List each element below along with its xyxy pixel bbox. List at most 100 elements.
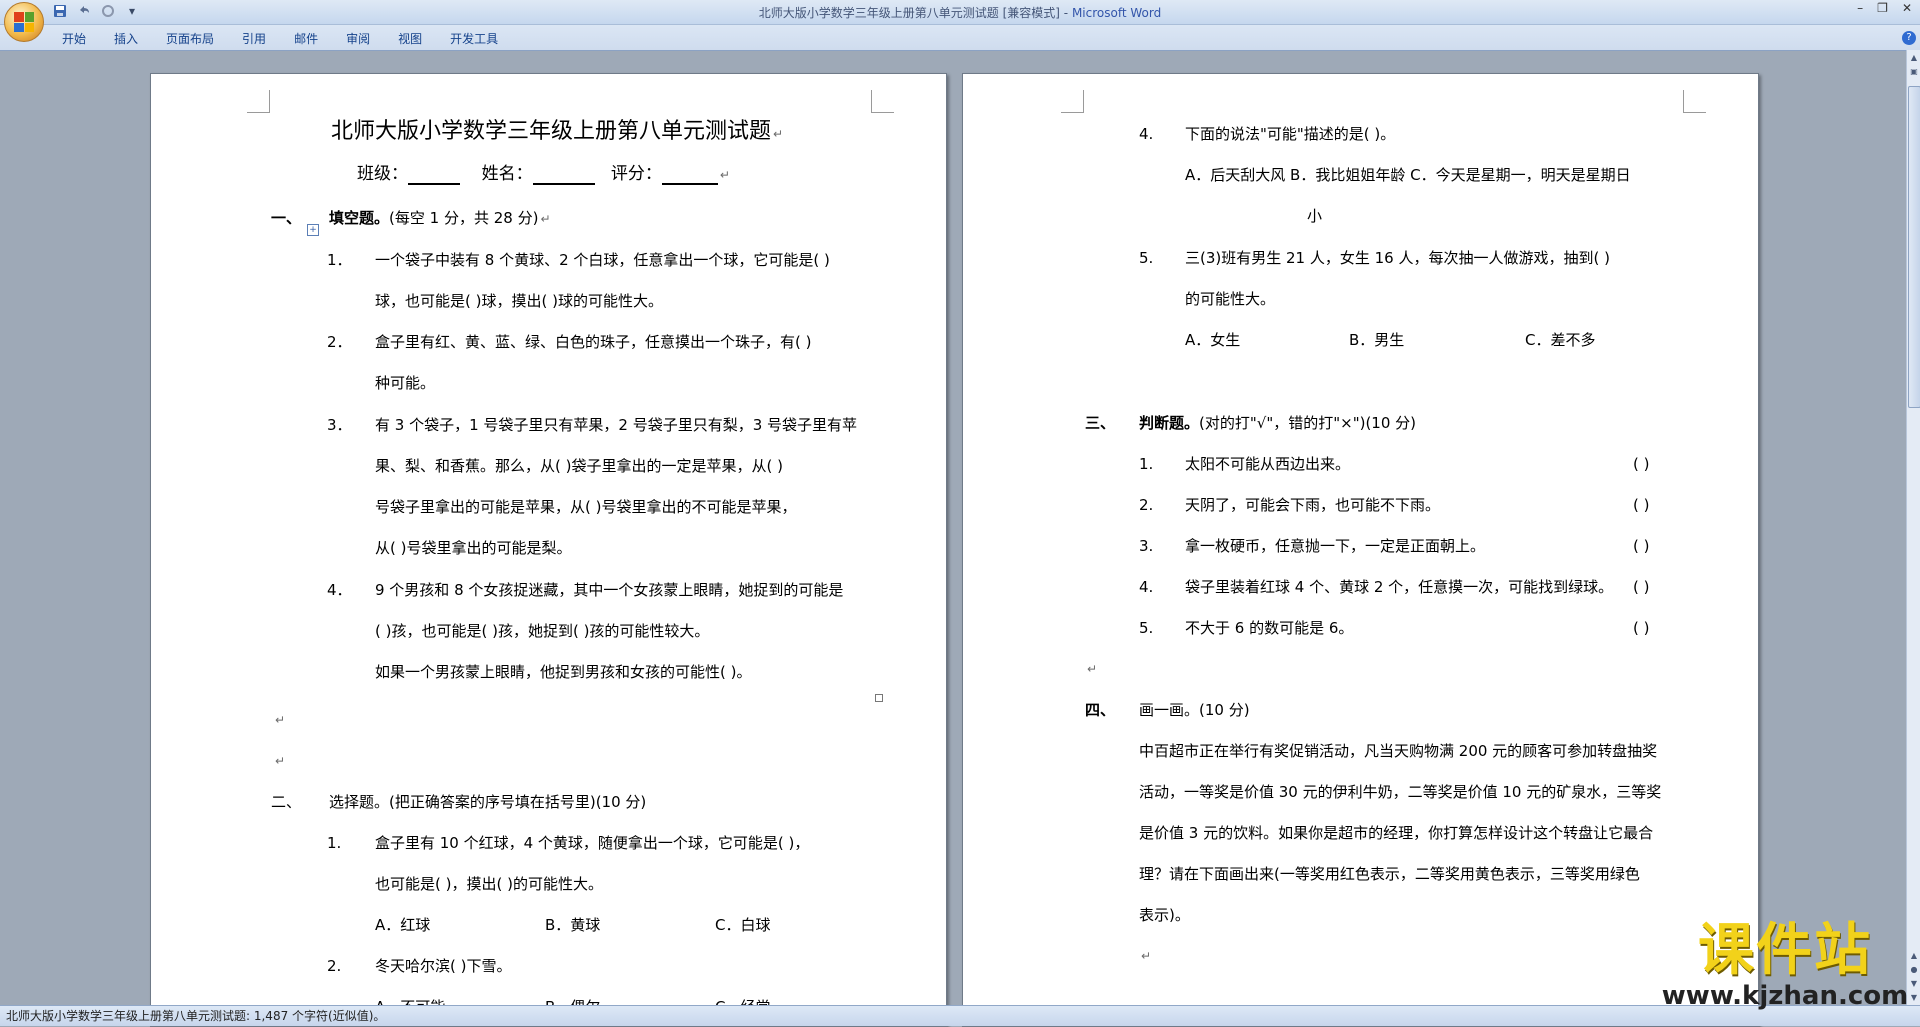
fill-q2-number: 2． xyxy=(327,333,352,351)
tab-review[interactable]: 审阅 xyxy=(332,30,384,47)
close-button[interactable]: ✕ xyxy=(1902,1,1912,15)
choice-q5-line-2: 的可能性大。 xyxy=(1185,290,1276,308)
judge-q3-answer-box[interactable]: ( ) xyxy=(1633,536,1649,556)
tab-references[interactable]: 引用 xyxy=(228,30,280,47)
ruler-toggle-icon[interactable]: ▣ xyxy=(1908,66,1920,78)
fill-q4-number: 4． xyxy=(327,581,352,599)
choice-q4-options: A．后天刮大风 B．我比姐姐年龄 C．今天是星期一，明天是星期日 xyxy=(1185,166,1631,184)
choice-q1-line-1: 盒子里有 10 个红球，4 个黄球，随便拿出一个球，它可能是( )， xyxy=(375,834,810,852)
choice-q2-line-1: 冬天哈尔滨( )下雪。 xyxy=(375,957,512,975)
student-info-line: 班级： 姓名： 评分： ↵ xyxy=(357,164,730,185)
choice-q5-option-b: B．男生 xyxy=(1349,331,1405,349)
margin-corner-mark xyxy=(247,90,270,113)
scroll-up-icon[interactable]: ▲ xyxy=(1908,52,1920,64)
judge-q2-answer-box[interactable]: ( ) xyxy=(1633,495,1649,515)
office-button[interactable] xyxy=(4,2,44,42)
site-watermark: 课件站 www.kjzhan.com xyxy=(1660,918,1910,1011)
watermark-url: www.kjzhan.com xyxy=(1661,981,1909,1011)
name-blank[interactable] xyxy=(532,167,595,185)
fill-q3-line-3: 号袋子里拿出的可能是苹果，从( )号袋里拿出的不可能是苹果， xyxy=(375,498,797,516)
document-page-2[interactable]: 4. 下面的说法"可能"描述的是( )。 A．后天刮大风 B．我比姐姐年龄 C．… xyxy=(962,73,1759,1027)
fill-q3-line-1: 有 3 个袋子，1 号袋子里只有苹果，2 号袋子里只有梨，3 号袋子里有苹 xyxy=(375,416,858,434)
judge-q4-answer-box[interactable]: ( ) xyxy=(1633,577,1649,597)
judge-q1-number: 1. xyxy=(1139,455,1154,473)
choice-q1-line-2: 也可能是( )，摸出( )的可能性大。 xyxy=(375,875,603,893)
margin-corner-mark xyxy=(871,90,894,113)
paragraph-mark: ↵ xyxy=(719,168,730,182)
restore-button[interactable]: ❐ xyxy=(1877,1,1888,15)
title-bar: ▾ 北师大版小学数学三年级上册第八单元测试题 [兼容模式] - Microsof… xyxy=(0,0,1920,25)
help-icon[interactable]: ? xyxy=(1902,31,1916,45)
tab-insert[interactable]: 插入 xyxy=(100,30,152,47)
judge-q1-answer-box[interactable]: ( ) xyxy=(1633,454,1649,474)
fill-q3-number: 3． xyxy=(327,416,352,434)
title-separator: - xyxy=(1059,6,1072,20)
resize-handle[interactable] xyxy=(875,694,883,702)
app-name: Microsoft Word xyxy=(1071,6,1162,20)
judge-q1-text: 太阳不可能从西边出来。 xyxy=(1185,455,1351,473)
fill-q3-line-4: 从( )号袋里拿出的可能是梨。 xyxy=(375,539,572,557)
office-logo-icon xyxy=(14,12,34,32)
choice-q1-number: 1. xyxy=(327,834,342,852)
empty-paragraph-mark: ↵ xyxy=(275,713,286,727)
document-heading: 北师大版小学数学三年级上册第八单元测试题 ↵ xyxy=(331,118,783,148)
tab-mailings[interactable]: 邮件 xyxy=(280,30,332,47)
judge-q2-number: 2. xyxy=(1139,496,1154,514)
vertical-scrollbar[interactable]: ▲ ▣ ▲ ● ▼ ▼ xyxy=(1906,50,1920,1005)
choice-q5-number: 5. xyxy=(1139,249,1154,267)
fill-q4-line-1: 9 个男孩和 8 个女孩捉迷藏，其中一个女孩蒙上眼睛，她捉到的可能是 xyxy=(375,581,844,599)
section-3-title-bold: 判断题。 xyxy=(1139,414,1200,432)
draw-task-line-5: 表示)。 xyxy=(1139,906,1190,924)
draw-task-line-3: 是价值 3 元的饮料。如果你是超市的经理，你打算怎样设计这个转盘让它最合 xyxy=(1139,824,1654,842)
draw-task-line-2: 活动，一等奖是价值 30 元的伊利牛奶，二等奖是价值 10 元的矿泉水，三等奖 xyxy=(1139,783,1662,801)
judge-q5-answer-box[interactable]: ( ) xyxy=(1633,618,1649,638)
document-page-1[interactable]: 北师大版小学数学三年级上册第八单元测试题 ↵ 班级： 姓名： 评分： ↵ 一、 填空… xyxy=(150,73,947,1027)
window-title: 北师大版小学数学三年级上册第八单元测试题 [兼容模式] - Microsoft … xyxy=(0,4,1920,21)
heading-text: 北师大版小学数学三年级上册第八单元测试题 xyxy=(331,119,772,144)
fill-q2-line-1: 盒子里有红、黄、蓝、绿、白色的珠子，任意摸出一个珠子，有( ) xyxy=(375,333,812,351)
fill-q2-line-2: 种可能。 xyxy=(375,374,436,392)
fill-q4-line-3: 如果一个男孩蒙上眼睛，他捉到男孩和女孩的可能性( )。 xyxy=(375,663,752,681)
table-move-handle-icon[interactable]: + xyxy=(307,224,319,236)
judge-q4-number: 4. xyxy=(1139,578,1154,596)
draw-task-line-4: 理？请在下面画出来(一等奖用红色表示，二等奖用黄色表示，三等奖用绿色 xyxy=(1139,865,1640,883)
scroll-thumb[interactable] xyxy=(1908,86,1920,408)
paragraph-mark: ↵ xyxy=(540,212,551,226)
class-blank[interactable] xyxy=(408,167,460,185)
tab-home[interactable]: 开始 xyxy=(48,30,100,47)
ribbon: 开始 插入 页面布局 引用 邮件 审阅 视图 开发工具 ? xyxy=(0,25,1920,51)
section-4-number: 四、 xyxy=(1085,701,1116,719)
judge-q5-number: 5. xyxy=(1139,619,1154,637)
section-3-title-rest: (对的打"√"，错的打"×")(10 分) xyxy=(1199,414,1417,432)
empty-paragraph-mark: ↵ xyxy=(275,754,286,768)
fill-q1-line-1: 一个袋子中装有 8 个黄球、2 个白球，任意拿出一个球，它可能是( ) xyxy=(375,251,830,269)
section-1-title: 填空题。(每空 1 分，共 28 分) ↵ xyxy=(329,208,551,229)
fill-q3-line-2: 果、梨、和香蕉。那么，从( )袋子里拿出的一定是苹果，从( ) xyxy=(375,457,783,475)
judge-q3-number: 3. xyxy=(1139,537,1154,555)
tab-developer[interactable]: 开发工具 xyxy=(436,30,512,47)
section-3-number: 三、 xyxy=(1085,414,1116,432)
draw-task-line-1: 中百超市正在举行有奖促销活动，凡当天购物满 200 元的顾客可参加转盘抽奖 xyxy=(1139,742,1658,760)
judge-q3-text: 拿一枚硬币，任意抛一下，一定是正面朝上。 xyxy=(1185,537,1486,555)
judge-q2-text: 天阴了，可能会下雨，也可能不下雨。 xyxy=(1185,496,1441,514)
choice-q5-option-a: A．女生 xyxy=(1185,331,1241,349)
section-1-title-bold: 填空题。 xyxy=(329,209,390,227)
tab-page-layout[interactable]: 页面布局 xyxy=(152,30,228,47)
choice-q1-option-b: B．黄球 xyxy=(545,916,601,934)
score-blank[interactable] xyxy=(661,167,718,185)
section-2-number: 二、 xyxy=(271,793,302,811)
paragraph-mark: ↵ xyxy=(773,127,784,141)
window-controls: – ❐ ✕ xyxy=(1857,1,1912,15)
tab-view[interactable]: 视图 xyxy=(384,30,436,47)
fill-q1-line-2: 球，也可能是( )球，摸出( )球的可能性大。 xyxy=(375,292,663,310)
status-text: 北师大版小学数学三年级上册第八单元测试题: 1,487 个字符(近似值)。 xyxy=(6,1009,386,1023)
minimize-button[interactable]: – xyxy=(1857,1,1863,15)
section-4-title: 画一画。(10 分) xyxy=(1139,701,1250,719)
empty-paragraph-mark: ↵ xyxy=(1087,662,1098,676)
section-3-title: 判断题。(对的打"√"，错的打"×")(10 分) xyxy=(1139,413,1416,433)
choice-q4-options-continued: 小 xyxy=(1307,207,1323,225)
section-2-title: 选择题。(把正确答案的序号填在括号里)(10 分) xyxy=(329,793,647,811)
choice-q4-line-1: 下面的说法"可能"描述的是( )。 xyxy=(1185,125,1396,143)
choice-q1-option-c: C．白球 xyxy=(715,916,771,934)
watermark-logo-text: 课件站 xyxy=(1698,918,1872,983)
